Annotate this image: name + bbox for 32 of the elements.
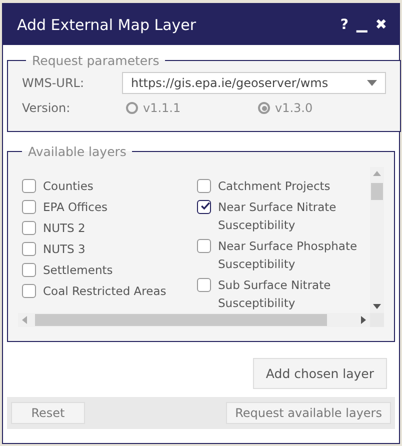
request-layers-button[interactable]: Request available layers — [226, 402, 391, 424]
panel-legend: Available layers — [22, 144, 132, 159]
layer-checkbox[interactable]: Catchment Projects — [197, 177, 370, 195]
layer-checkbox[interactable]: Sub Surface Nitrate Susceptibility — [197, 276, 370, 312]
vertical-scrollbar[interactable] — [370, 167, 384, 313]
reset-button[interactable]: Reset — [11, 402, 85, 424]
layer-checkbox[interactable]: NUTS 2 — [22, 219, 197, 237]
layer-checkbox[interactable]: Coal Restricted Areas — [22, 282, 197, 300]
scroll-right-icon[interactable] — [361, 316, 366, 324]
field-label: WMS-URL: — [22, 76, 86, 90]
add-layer-button[interactable]: Add chosen layer — [252, 358, 387, 389]
help-button[interactable]: ? — [340, 16, 348, 32]
layer-checkbox[interactable]: Near Surface Phosphate Susceptibility — [197, 237, 370, 273]
layer-checkbox[interactable]: EPA Offices — [22, 198, 197, 216]
layer-checkbox[interactable]: Settlements — [22, 261, 197, 279]
field-label: Version: — [22, 101, 72, 115]
panel-legend: Request parameters — [26, 53, 166, 68]
close-button[interactable]: ✖ — [375, 16, 387, 32]
url-dropdown[interactable]: https://gis.epa.ie/geoserver/wms — [122, 72, 386, 94]
check-icon — [201, 200, 210, 212]
window-title: Add External Map Layer — [17, 16, 198, 34]
scrollbar-thumb[interactable] — [371, 183, 383, 200]
scroll-down-icon[interactable] — [373, 304, 381, 309]
scroll-up-icon[interactable] — [373, 171, 381, 176]
layer-checkbox[interactable]: Near Surface Nitrate Susceptibility — [197, 198, 370, 234]
scroll-left-icon[interactable] — [22, 316, 27, 324]
horizontal-scrollbar[interactable] — [18, 313, 370, 327]
minimize-button[interactable]: ▁ — [356, 16, 368, 32]
layer-checkbox[interactable]: Counties — [22, 177, 197, 195]
scrollbar-thumb[interactable] — [35, 314, 327, 326]
layer-checkbox[interactable]: NUTS 3 — [22, 240, 197, 258]
caret-icon — [367, 80, 377, 86]
